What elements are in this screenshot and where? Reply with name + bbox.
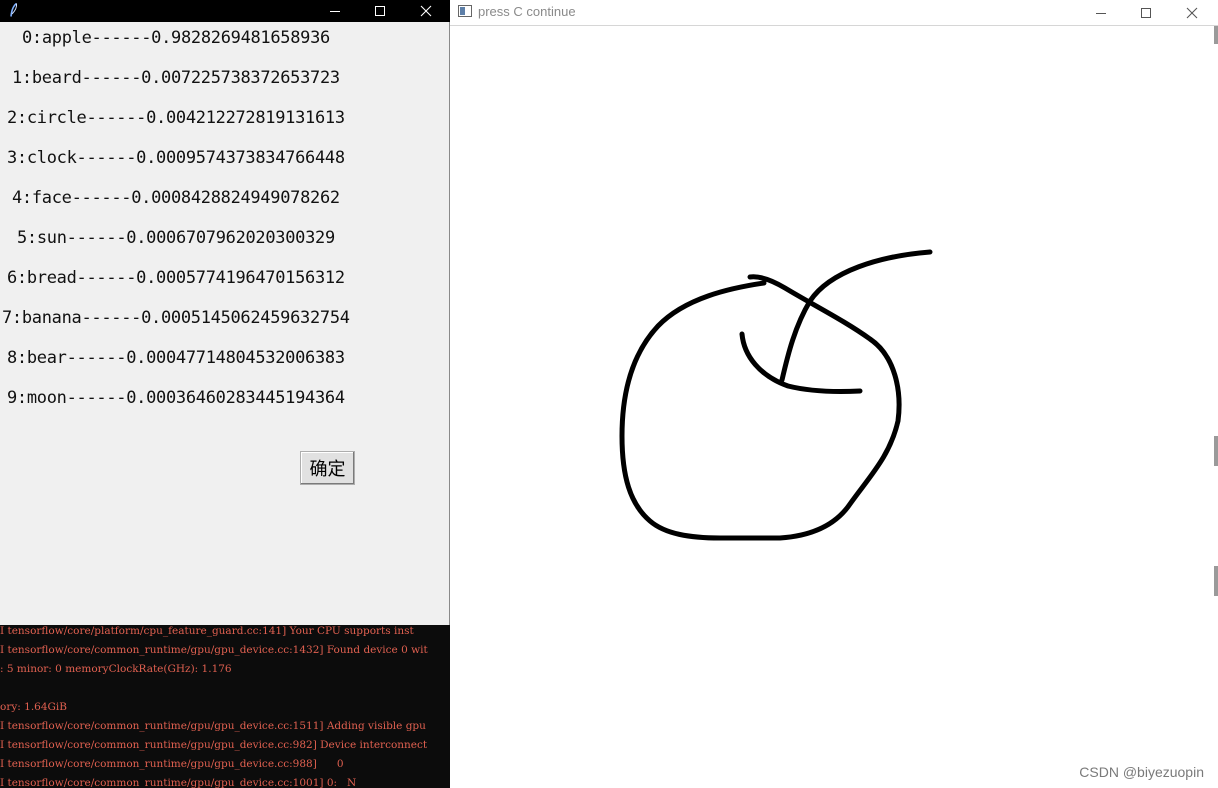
console-line: I tensorflow/core/common_runtime/gpu/gpu… xyxy=(0,777,357,788)
prediction-item: 8:bear------0.00047714804532006383 xyxy=(7,348,345,368)
drawing-window-titlebar: press C continue xyxy=(450,0,1218,26)
prediction-item: 4:face------0.0008428824949078262 xyxy=(12,188,340,208)
console-line: ory: 1.64GiB xyxy=(0,701,67,713)
console-line: I tensorflow/core/common_runtime/gpu/gpu… xyxy=(0,739,428,751)
apple-leaf-stroke xyxy=(739,331,863,394)
prediction-item: 0:apple------0.9828269481658936 xyxy=(22,28,330,48)
minimize-button[interactable] xyxy=(312,0,358,22)
console-line: I tensorflow/core/common_runtime/gpu/gpu… xyxy=(0,720,426,732)
console-line: I tensorflow/core/common_runtime/gpu/gpu… xyxy=(0,758,344,770)
apple-stem-stroke xyxy=(779,249,933,383)
prediction-item: 7:banana------0.0005145062459632754 xyxy=(2,308,350,328)
prediction-item: 3:clock------0.0009574373834766448 xyxy=(7,148,345,168)
tk-feather-icon xyxy=(10,3,18,17)
minimize-icon xyxy=(1096,12,1106,14)
close-icon xyxy=(420,5,432,17)
minimize-button[interactable] xyxy=(1078,0,1124,25)
prediction-item: 1:beard------0.007225738372653723 xyxy=(12,68,340,88)
drawing-window: press C continue CSDN @biyezuopin xyxy=(450,0,1218,788)
prediction-item: 2:circle------0.004212272819131613 xyxy=(7,108,345,128)
apple-outline-stroke xyxy=(619,274,902,541)
close-icon xyxy=(1186,7,1198,18)
prediction-window: 0:apple------0.9828269481658936 1:beard-… xyxy=(0,0,450,625)
console-line: I tensorflow/core/common_runtime/gpu/gpu… xyxy=(0,644,428,656)
close-button[interactable] xyxy=(403,0,449,22)
ok-button[interactable]: 确定 xyxy=(300,451,355,485)
app-window-icon xyxy=(458,5,472,17)
prediction-window-titlebar xyxy=(0,0,450,22)
drawing-window-title: press C continue xyxy=(478,4,576,19)
edge-decoration xyxy=(1214,566,1218,596)
minimize-icon xyxy=(330,11,340,12)
drawing-canvas[interactable] xyxy=(450,26,1214,788)
maximize-icon xyxy=(375,6,385,16)
prediction-item: 5:sun------0.0006707962020300329 xyxy=(17,228,335,248)
close-button[interactable] xyxy=(1169,0,1215,25)
maximize-button[interactable] xyxy=(1123,0,1169,25)
watermark-text: CSDN @biyezuopin xyxy=(1079,764,1204,780)
console-line: : 5 minor: 0 memoryClockRate(GHz): 1.176 xyxy=(0,663,232,675)
console-output: I tensorflow/core/platform/cpu_feature_g… xyxy=(0,625,450,788)
edge-decoration xyxy=(1214,436,1218,466)
maximize-button[interactable] xyxy=(357,0,403,22)
prediction-item: 9:moon------0.00036460283445194364 xyxy=(7,388,345,408)
maximize-icon xyxy=(1141,7,1151,18)
edge-decoration xyxy=(1214,26,1218,44)
prediction-item: 6:bread------0.0005774196470156312 xyxy=(7,268,345,288)
console-line: I tensorflow/core/platform/cpu_feature_g… xyxy=(0,625,414,637)
